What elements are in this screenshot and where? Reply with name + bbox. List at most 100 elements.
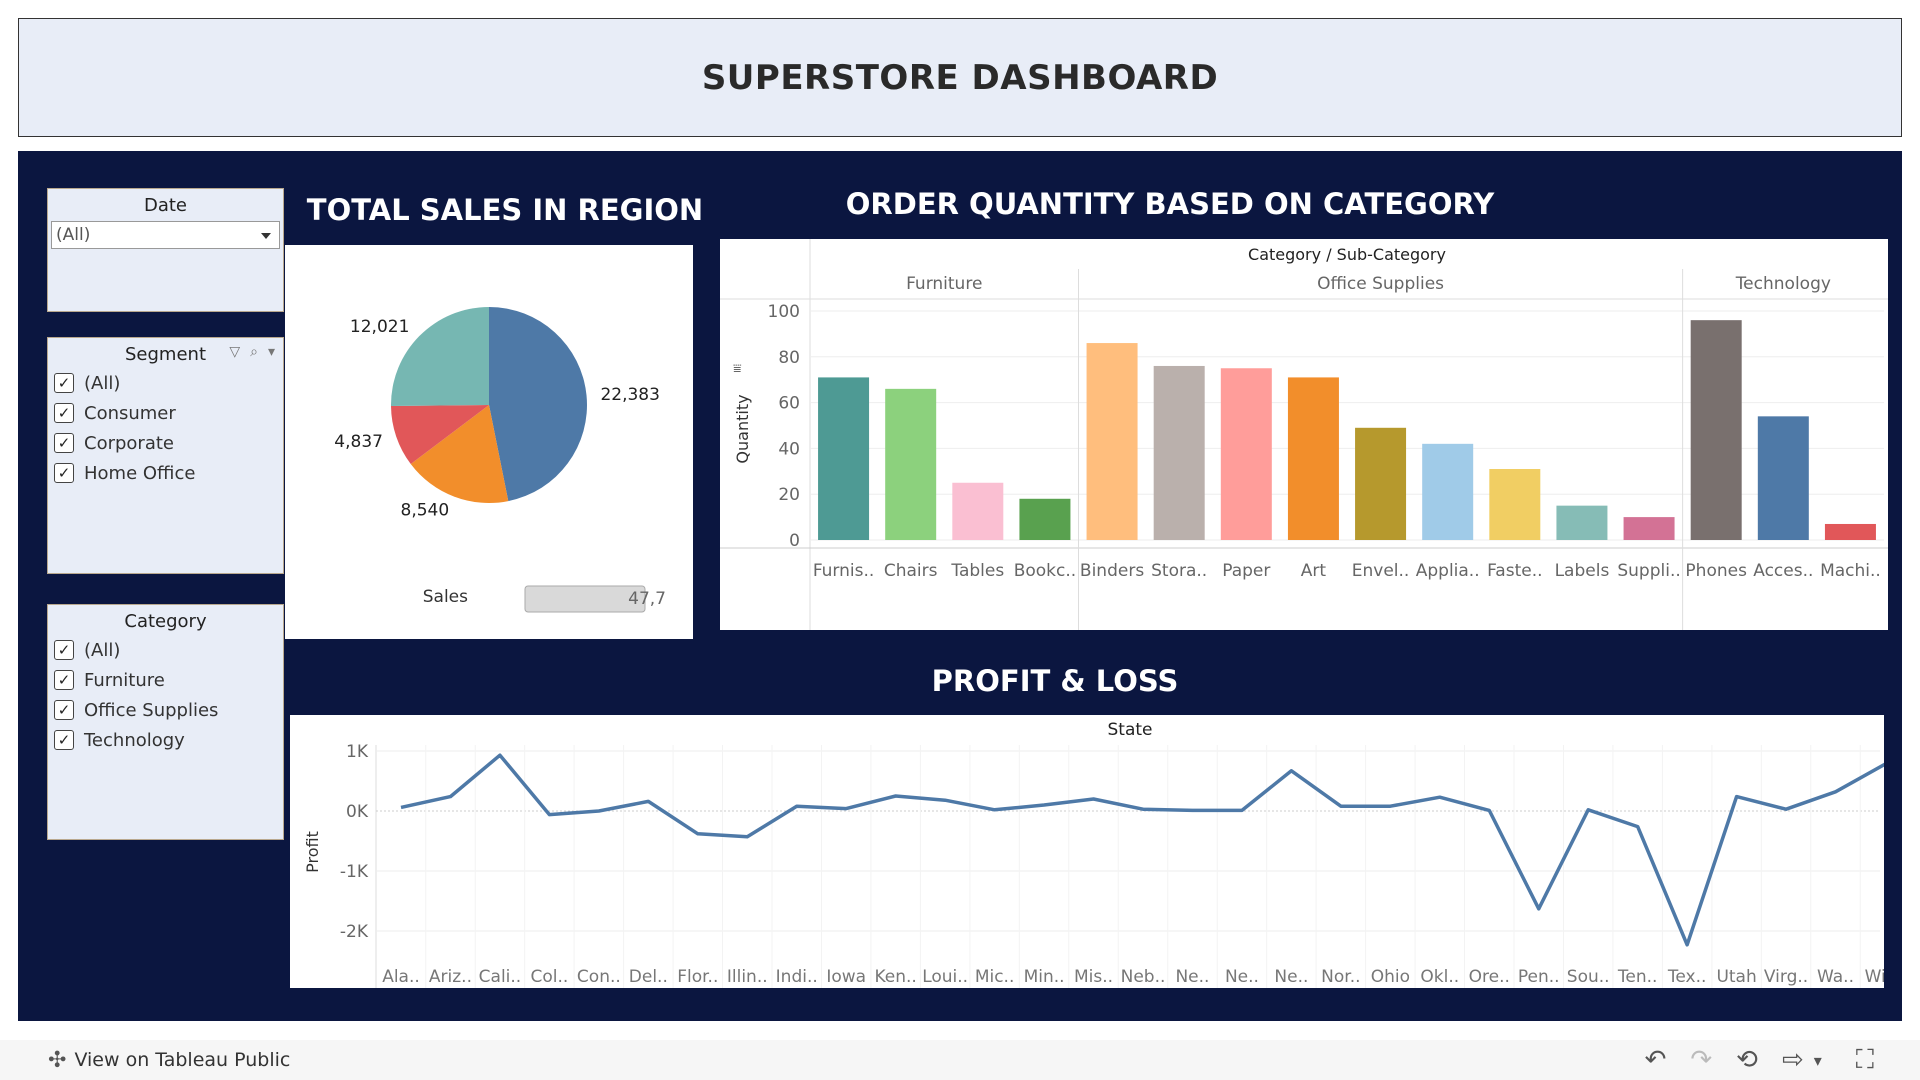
segment-option[interactable]: ✓ (All) [48, 368, 283, 398]
quantity-bar[interactable] [1757, 416, 1809, 540]
category-option-label: Technology [84, 729, 185, 751]
share-icon[interactable]: ⇨ [1782, 1045, 1804, 1075]
y-tick-label: 80 [778, 348, 800, 368]
view-on-tableau-label: View on Tableau Public [74, 1049, 291, 1071]
segment-filter-label: Segment [125, 344, 206, 365]
x-tick-label: Del.. [629, 967, 668, 987]
checkbox-checked-icon[interactable]: ✓ [54, 463, 74, 483]
segment-option[interactable]: ✓ Consumer [48, 398, 283, 428]
checkbox-checked-icon[interactable]: ✓ [54, 373, 74, 393]
segment-option[interactable]: ✓ Home Office [48, 458, 283, 488]
category-option-label: Furniture [84, 669, 165, 691]
quantity-bar[interactable] [1019, 498, 1071, 540]
dropdown-icon[interactable]: ▾ [1814, 1051, 1822, 1070]
quantity-bar-card: Category / Sub-Category 0 20 40 60 80 100 Quant… [720, 239, 1888, 630]
quantity-bar[interactable] [1824, 523, 1876, 540]
x-tick-label: Virg.. [1764, 967, 1808, 987]
quantity-bar[interactable] [952, 482, 1004, 540]
sales-section-title: TOTAL SALES IN REGION [306, 193, 704, 227]
x-tick-label: Tables [950, 561, 1004, 581]
checkbox-checked-icon[interactable]: ✓ [54, 730, 74, 750]
x-tick-label: Illin.. [727, 967, 768, 987]
sales-legend-label: Sales [423, 587, 468, 607]
sort-icon[interactable]: ⩸ [733, 361, 742, 377]
x-tick-label: Acces.. [1753, 561, 1813, 581]
checkbox-checked-icon[interactable]: ✓ [54, 433, 74, 453]
segment-option[interactable]: ✓ Corporate [48, 428, 283, 458]
checkbox-checked-icon[interactable]: ✓ [54, 670, 74, 690]
quantity-bar[interactable] [1086, 343, 1138, 540]
pie-slice-label: 12,021 [350, 317, 409, 337]
x-tick-label: Nor.. [1321, 967, 1360, 987]
filter-icon[interactable]: ▽ [229, 344, 240, 360]
y-tick-label: 60 [778, 394, 800, 414]
x-tick-label: Ne.. [1225, 967, 1259, 987]
x-tick-label: Paper [1222, 561, 1270, 581]
x-tick-label: Ne.. [1175, 967, 1209, 987]
quantity-bar[interactable] [1556, 505, 1608, 540]
x-tick-label: Applia.. [1416, 561, 1480, 581]
category-group-label: Office Supplies [1317, 274, 1444, 294]
x-tick-label: Art [1301, 561, 1327, 581]
checkbox-checked-icon[interactable]: ✓ [54, 700, 74, 720]
category-option[interactable]: ✓ Technology [48, 725, 283, 755]
date-dropdown[interactable]: (All) [51, 221, 280, 249]
sales-size-legend [524, 585, 646, 613]
chevron-down-icon [261, 233, 271, 239]
fullscreen-icon[interactable]: ⛶ [1856, 1045, 1874, 1076]
x-tick-label: Phones [1685, 561, 1747, 581]
quantity-bar[interactable] [1153, 365, 1205, 540]
x-tick-label: Suppli.. [1617, 561, 1680, 581]
quantity-bar-chart[interactable]: Category / Sub-Category 0 20 40 60 80 100 Quant… [720, 239, 1888, 630]
quantity-bar[interactable] [1355, 427, 1407, 540]
x-tick-label: Ken.. [874, 967, 916, 987]
x-tick-label: Tex.. [1667, 967, 1707, 987]
quantity-bar[interactable] [1287, 377, 1339, 540]
undo-icon[interactable]: ↶ [1645, 1045, 1667, 1075]
quantity-bar[interactable] [1690, 320, 1742, 540]
x-tick-label: Con.. [577, 967, 621, 987]
x-tick-label: Mis.. [1074, 967, 1113, 987]
quantity-bar[interactable] [1489, 469, 1541, 540]
x-tick-label: Iowa [826, 967, 866, 987]
sales-pie-chart[interactable]: 22,383 8,540 4,837 12,021 Sales 47,7 [285, 245, 693, 639]
revert-icon[interactable]: ⟲ [1736, 1045, 1758, 1075]
date-filter-title: Date [143, 195, 188, 216]
pie-slice-label: 22,383 [600, 385, 659, 405]
category-option[interactable]: ✓ Furniture [48, 665, 283, 695]
quantity-bar[interactable] [818, 377, 870, 540]
date-filter: Date (All) [47, 188, 284, 312]
y-tick-label: -1K [340, 862, 369, 882]
x-tick-label: Bookc.. [1014, 561, 1076, 581]
search-icon[interactable]: ⌕ [250, 344, 258, 360]
checkbox-checked-icon[interactable]: ✓ [54, 640, 74, 660]
category-option[interactable]: ✓ Office Supplies [48, 695, 283, 725]
x-tick-label: Wa.. [1817, 967, 1854, 987]
y-tick-label: 20 [778, 485, 800, 505]
category-group-label: Technology [1735, 274, 1831, 294]
x-tick-label: Chairs [884, 561, 938, 581]
y-tick-label: 100 [768, 302, 800, 322]
category-option[interactable]: ✓ (All) [48, 635, 283, 665]
quantity-bar[interactable] [1220, 368, 1272, 540]
quantity-bar[interactable] [1623, 517, 1675, 540]
x-tick-label: Machi.. [1820, 561, 1881, 581]
profit-line-chart[interactable]: State 1K 0K -1K -2K Profit Ala.. Ariz.. Cali.. Co… [290, 715, 1911, 988]
quantity-bar[interactable] [885, 388, 937, 540]
view-on-tableau-link[interactable]: ✣ View on Tableau Public [48, 1048, 290, 1073]
x-tick-label: Furnis.. [813, 561, 874, 581]
redo-icon[interactable]: ↷ [1690, 1045, 1712, 1075]
x-tick-label: Labels [1555, 561, 1610, 581]
pie-slice[interactable] [489, 307, 587, 502]
segment-option-label: Consumer [84, 402, 176, 424]
category-option-label: Office Supplies [84, 699, 219, 721]
y-axis-label: Profit [303, 831, 322, 873]
x-tick-label: Binders [1080, 561, 1144, 581]
x-tick-label: Ten.. [1617, 967, 1658, 987]
x-tick-label: Loui.. [922, 967, 968, 987]
dashboard-title: SUPERSTORE DASHBOARD [701, 57, 1219, 98]
quantity-bar[interactable] [1422, 443, 1474, 540]
chevron-down-icon[interactable]: ▾ [268, 344, 275, 360]
checkbox-checked-icon[interactable]: ✓ [54, 403, 74, 423]
category-filter-title: Category [124, 611, 207, 632]
